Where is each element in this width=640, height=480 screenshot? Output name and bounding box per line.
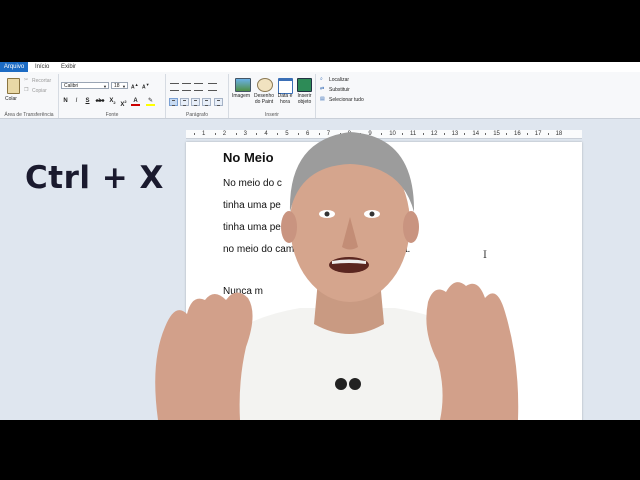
presenter-left-hand [155, 292, 253, 420]
presenter-ear [281, 211, 297, 243]
wordpad-window: Arquivo Início Exibir Colar ✂ Recortar ❐… [0, 62, 640, 420]
microphone-icon [335, 378, 347, 390]
presenter-pupil [369, 211, 375, 217]
presenter-video [155, 132, 519, 420]
presenter-pupil [324, 211, 330, 217]
presenter-mouth [329, 257, 369, 273]
presenter-ear [403, 211, 419, 243]
microphone-icon [349, 378, 361, 390]
